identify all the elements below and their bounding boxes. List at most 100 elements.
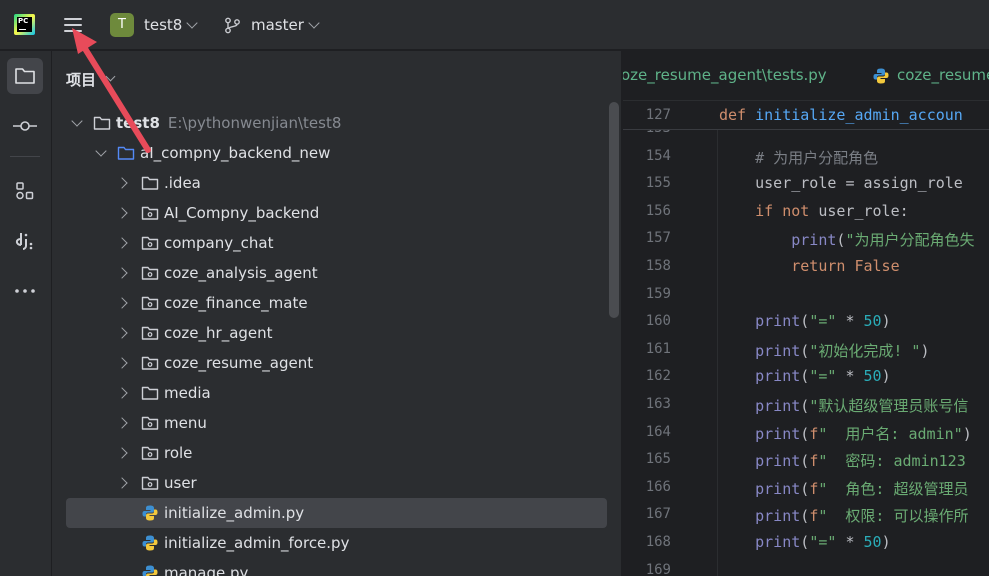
editor-tabs: oze_resume_agent\tests.py coze_resume — [623, 51, 989, 101]
vertical-scrollbar[interactable] — [609, 102, 619, 318]
tree-file-row[interactable]: manage.py — [66, 558, 607, 576]
code-line[interactable]: 159 — [623, 282, 989, 309]
panel-title: 项目 — [66, 71, 97, 89]
code-line[interactable]: 162 print("=" * 50) — [623, 364, 989, 391]
tree-item-label: menu — [164, 414, 207, 432]
collapse-arrow-icon[interactable] — [116, 327, 128, 339]
line-number: 166 — [645, 478, 671, 495]
code-line[interactable]: 166 print(f" 角色: 超级管理员 — [623, 475, 989, 502]
tree-root-path: E:\pythonwenjian\test8 — [167, 114, 342, 132]
code-line[interactable]: 153 — [623, 130, 989, 143]
line-number: 153 — [623, 130, 671, 136]
code-area[interactable]: 153 154 # 为用户分配角色155 user_role = assign_r… — [623, 130, 989, 576]
more-tools-button[interactable] — [7, 273, 43, 309]
expand-arrow-icon[interactable] — [95, 145, 107, 157]
tree-item[interactable]: company_chat — [66, 228, 607, 258]
line-number: 157 — [645, 230, 671, 247]
line-number: 159 — [645, 285, 671, 302]
code-line[interactable]: 160 print("=" * 50) — [623, 309, 989, 336]
code-line[interactable]: 165 print(f" 密码: admin123 — [623, 447, 989, 474]
editor-tab[interactable]: coze_resume — [897, 66, 989, 84]
tree-item[interactable]: user — [66, 468, 607, 498]
tree-item-label: role — [164, 444, 193, 462]
collapse-arrow-icon[interactable] — [116, 447, 128, 459]
code-line[interactable]: 154 # 为用户分配角色 — [623, 144, 989, 171]
code-line[interactable]: 167 print(f" 权限: 可以操作所 — [623, 502, 989, 529]
tree-subroot-row[interactable]: aI_compny_backend_new — [66, 138, 607, 168]
stripe-divider — [10, 156, 40, 157]
commit-icon — [13, 121, 37, 131]
pycharm-logo-icon[interactable]: PC — [14, 14, 35, 35]
collapse-arrow-icon[interactable] — [116, 357, 128, 369]
def-keyword: def — [719, 106, 747, 124]
structure-tool-button[interactable] — [7, 173, 43, 209]
code-line[interactable]: 163 print("默认超级管理员账号信 — [623, 392, 989, 419]
tree-file-row[interactable]: initialize_admin_force.py — [66, 528, 607, 558]
python-file-icon — [142, 565, 158, 576]
code-text: user_role = assign_role — [755, 174, 963, 193]
tree-subroot-name: aI_compny_backend_new — [140, 144, 331, 162]
tree-item-label: .idea — [164, 174, 201, 192]
project-tool-button[interactable] — [7, 58, 43, 94]
package-folder-icon — [141, 236, 159, 250]
project-tree: test8 E:\pythonwenjian\test8 aI_compny_ba… — [66, 108, 607, 576]
main-menu-hamburger-icon[interactable] — [60, 13, 86, 37]
code-line[interactable]: 157 print("为用户分配角色失 — [623, 226, 989, 253]
tree-file-label: initialize_admin_force.py — [164, 534, 350, 552]
collapse-arrow-icon[interactable] — [116, 207, 128, 219]
indent-guide — [717, 130, 718, 576]
collapse-arrow-icon[interactable] — [116, 267, 128, 279]
tree-item[interactable]: coze_resume_agent — [66, 348, 607, 378]
code-text: print(f" 密码: admin123 — [755, 452, 966, 471]
chevron-down-icon — [186, 17, 199, 29]
code-text: return False — [791, 257, 900, 275]
tree-item[interactable]: .idea — [66, 168, 607, 198]
sticky-line[interactable]: 127 def initialize_admin_accoun — [623, 102, 989, 130]
line-number: 162 — [645, 368, 671, 385]
folder-icon — [15, 68, 35, 84]
code-text: print(f" 权限: 可以操作所 — [755, 507, 969, 526]
branch-name: master — [251, 16, 304, 34]
django-tool-button[interactable] — [7, 223, 43, 259]
line-number: 161 — [645, 340, 671, 357]
code-line[interactable]: 169 — [623, 558, 989, 576]
tree-file-label: initialize_admin.py — [164, 504, 305, 522]
chevron-down-icon[interactable] — [105, 71, 116, 82]
code-text: # 为用户分配角色 — [719, 148, 879, 167]
collapse-arrow-icon[interactable] — [116, 417, 128, 429]
project-switcher[interactable]: T test8 — [110, 12, 199, 38]
vcs-branch-switcher[interactable]: master — [224, 12, 320, 38]
code-line[interactable]: 155 user_role = assign_role — [623, 171, 989, 198]
code-line[interactable]: 158 return False — [623, 254, 989, 281]
python-file-icon — [142, 535, 158, 551]
structure-icon — [16, 182, 34, 200]
tree-file-row[interactable]: initialize_admin.py — [66, 498, 607, 528]
expand-arrow-icon[interactable] — [71, 115, 83, 127]
collapse-arrow-icon[interactable] — [116, 237, 128, 249]
code-line[interactable]: 161 print("初始化完成! ") — [623, 337, 989, 364]
tree-item[interactable]: AI_Compny_backend — [66, 198, 607, 228]
tree-root-row[interactable]: test8 E:\pythonwenjian\test8 — [66, 108, 607, 138]
tree-item[interactable]: media — [66, 378, 607, 408]
tree-item[interactable]: coze_finance_mate — [66, 288, 607, 318]
tree-item[interactable]: coze_analysis_agent — [66, 258, 607, 288]
tree-item[interactable]: role — [66, 438, 607, 468]
code-line[interactable]: 168 print("=" * 50) — [623, 530, 989, 557]
tree-root-name: test8 — [116, 114, 160, 132]
collapse-arrow-icon[interactable] — [116, 477, 128, 489]
code-text: if not user_role: — [755, 201, 909, 220]
tree-item[interactable]: coze_hr_agent — [66, 318, 607, 348]
line-number: 164 — [645, 423, 671, 440]
tree-item[interactable]: menu — [66, 408, 607, 438]
package-folder-icon — [141, 296, 159, 310]
code-line[interactable]: 164 print(f" 用户名: admin") — [623, 420, 989, 447]
code-text: print("初始化完成! ") — [755, 341, 930, 360]
code-text: print("=" * 50) — [755, 533, 891, 551]
commit-tool-button[interactable] — [7, 108, 43, 144]
editor-tab[interactable]: oze_resume_agent\tests.py — [623, 66, 827, 84]
collapse-arrow-icon[interactable] — [116, 387, 128, 399]
title-bar: PC T test8 master — [0, 0, 989, 50]
collapse-arrow-icon[interactable] — [116, 177, 128, 189]
code-line[interactable]: 156 if not user_role: — [623, 199, 989, 226]
collapse-arrow-icon[interactable] — [116, 297, 128, 309]
